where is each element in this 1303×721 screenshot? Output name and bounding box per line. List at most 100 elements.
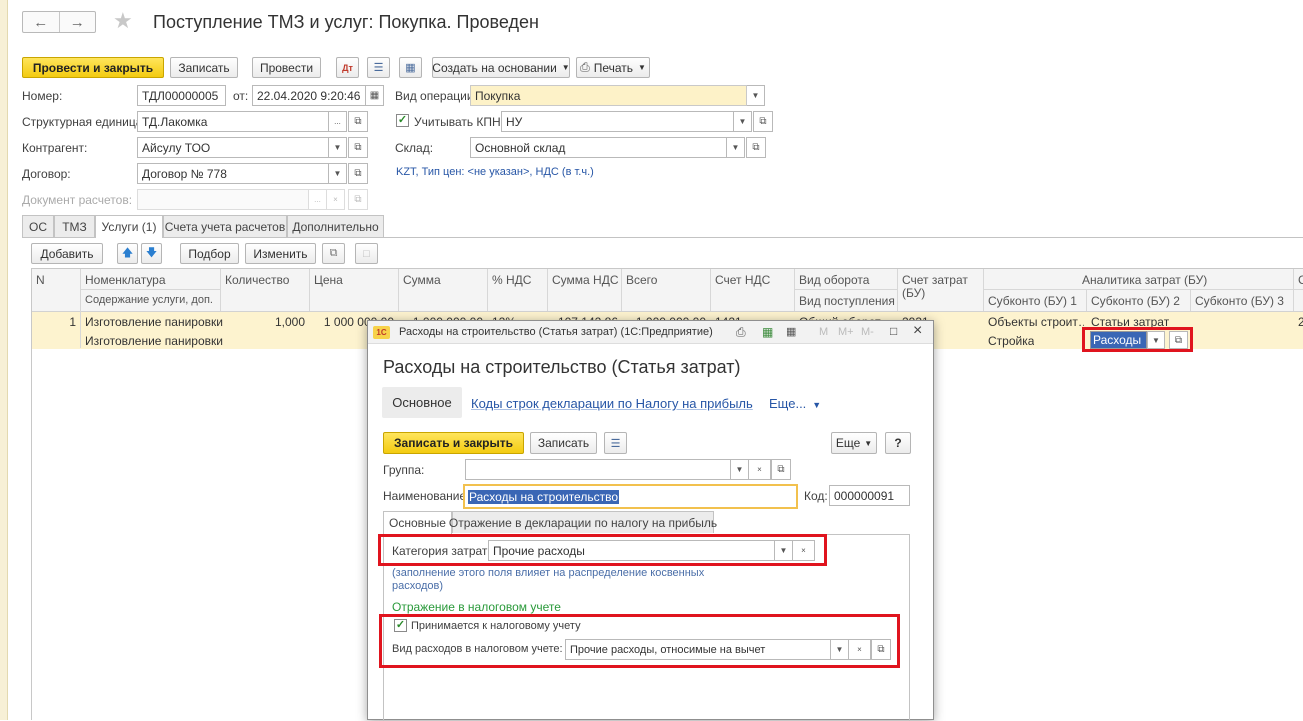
chevron-down-icon[interactable]: ▼ (734, 111, 752, 132)
row-content[interactable]: Изготовление панировки (85, 334, 223, 348)
tab-services[interactable]: Услуги (1) (95, 215, 163, 238)
list-report-icon[interactable]: ☰ (367, 57, 390, 78)
chevron-down-icon[interactable]: ▼ (329, 163, 347, 184)
col-price[interactable]: Цена (314, 273, 343, 287)
expense-item-window[interactable]: 1С Расходы на строительство (Статья затр… (367, 320, 934, 721)
col-analytics[interactable]: Аналитика затрат (БУ) (1082, 273, 1207, 287)
open-icon[interactable]: ⧉ (771, 459, 791, 480)
back-arrow-icon[interactable]: ← (23, 12, 60, 32)
paste-icon[interactable]: □ (355, 243, 378, 264)
history-nav[interactable]: ← → (22, 11, 96, 33)
clear-icon[interactable]: × (327, 189, 345, 210)
operation-field[interactable]: Покупка (470, 85, 747, 106)
row-extra[interactable]: 2 (1298, 315, 1303, 329)
row-qty[interactable]: 1,000 (225, 315, 305, 329)
chevron-down-icon[interactable]: ▼ (329, 137, 347, 158)
number-field[interactable]: ТДЛ00000005 (137, 85, 226, 106)
print-icon[interactable]: ⎙ (736, 325, 746, 340)
post-button[interactable]: Провести (252, 57, 321, 78)
tab-settlement-accounts[interactable]: Счета учета расчетов (163, 215, 287, 237)
col-receipt[interactable]: Вид поступления (799, 294, 895, 308)
unit-field[interactable]: ТД.Лакомка (137, 111, 329, 132)
spreadsheet-icon[interactable]: ▦ (762, 325, 773, 339)
col-sub3[interactable]: Субконто (БУ) 3 (1195, 294, 1284, 308)
nav-declaration-codes[interactable]: Коды строк декларации по Налогу на прибы… (471, 396, 753, 411)
col-turnover[interactable]: Вид оборота (799, 273, 869, 287)
nav-more[interactable]: Еще... ▼ (769, 396, 821, 411)
counterparty-field[interactable]: Айсулу ТОО (137, 137, 329, 158)
add-row-button[interactable]: Добавить (31, 243, 103, 264)
chevron-down-icon[interactable]: ▼ (727, 137, 745, 158)
col-nomenclature[interactable]: Номенклатура (85, 273, 166, 287)
open-icon[interactable]: ⧉ (348, 111, 368, 132)
col-vat-account[interactable]: Счет НДС (715, 273, 770, 287)
select-button[interactable]: Подбор (180, 243, 239, 264)
calendar-icon[interactable]: ▦ (365, 85, 384, 106)
col-sum[interactable]: Сумма (403, 273, 441, 287)
row-sub1-value[interactable]: Стройка (988, 334, 1034, 348)
row-nomenclature[interactable]: Изготовление панировки (85, 315, 223, 329)
contract-field[interactable]: Договор № 778 (137, 163, 329, 184)
date-field[interactable]: 22.04.2020 9:20:46 (252, 85, 366, 106)
unit-label: Структурная единица: (22, 115, 146, 129)
maximize-icon[interactable]: □ (890, 324, 897, 338)
structure-icon[interactable]: ▦ (399, 57, 422, 78)
col-extra[interactable]: С (1298, 273, 1303, 287)
col-sub2[interactable]: Субконто (БУ) 2 (1091, 294, 1180, 308)
col-vat-sum[interactable]: Сумма НДС (552, 273, 619, 287)
post-and-close-button[interactable]: Провести и закрыть (22, 57, 164, 78)
favorite-star-icon[interactable]: ★ (113, 10, 133, 32)
list-report-icon[interactable]: ☰ (604, 432, 627, 454)
popup-tab-main[interactable]: Основные (383, 511, 452, 534)
kpn-checkbox[interactable]: ✓ (396, 114, 409, 127)
select-dots-icon[interactable]: ... (309, 189, 327, 210)
move-down-icon[interactable]: 🡇 (141, 243, 162, 264)
nav-main[interactable]: Основное (382, 387, 462, 418)
move-up-icon[interactable]: 🡅 (117, 243, 138, 264)
memory-mminus-icon[interactable]: M- (861, 326, 874, 338)
currency-price-link[interactable]: KZT, Тип цен: <не указан>, НДС (в т.ч.) (396, 166, 594, 178)
open-icon[interactable]: ⧉ (753, 111, 773, 132)
col-sub1[interactable]: Субконто (БУ) 1 (988, 294, 1077, 308)
save-button[interactable]: Записать (170, 57, 238, 78)
popup-tab-declaration[interactable]: Отражение в декларации по налогу на приб… (449, 511, 717, 533)
forward-arrow-icon[interactable]: → (60, 12, 96, 32)
col-vat-pct[interactable]: % НДС (492, 273, 531, 287)
calendar-icon[interactable]: ▦ (786, 325, 796, 338)
group-field[interactable] (465, 459, 731, 480)
open-icon[interactable]: ⧉ (348, 137, 368, 158)
kpn-field[interactable]: НУ (501, 111, 734, 132)
chevron-down-icon[interactable]: ▼ (747, 85, 765, 106)
col-content[interactable]: Содержание услуги, доп. (85, 294, 213, 306)
create-based-on-button[interactable]: Создать на основании ▼ (432, 57, 570, 78)
open-icon[interactable]: ⧉ (348, 189, 368, 210)
col-total[interactable]: Всего (626, 273, 657, 287)
debit-credit-icon[interactable]: Дт (336, 57, 359, 78)
print-button[interactable]: ⎙ Печать ▼ (576, 57, 650, 78)
close-icon[interactable]: × (913, 322, 922, 340)
popup-more-button[interactable]: Еще ▼ (831, 432, 877, 454)
code-field[interactable]: 000000091 (829, 485, 910, 506)
select-dots-icon[interactable]: ... (329, 111, 347, 132)
clear-icon[interactable]: × (749, 459, 771, 480)
col-qty[interactable]: Количество (225, 273, 289, 287)
tab-additional[interactable]: Дополнительно (287, 215, 384, 237)
memory-mplus-icon[interactable]: M+ (838, 326, 854, 338)
memory-m-icon[interactable]: M (819, 326, 828, 338)
settlement-doc-field[interactable] (137, 189, 309, 210)
help-button[interactable]: ? (885, 432, 911, 454)
chevron-down-icon[interactable]: ▼ (731, 459, 749, 480)
name-field[interactable]: Расходы на строительство (463, 484, 798, 509)
open-icon[interactable]: ⧉ (746, 137, 766, 158)
tab-os[interactable]: ОС (22, 215, 54, 237)
open-icon[interactable]: ⧉ (348, 163, 368, 184)
tab-tmz[interactable]: ТМЗ (54, 215, 95, 237)
save-and-close-button[interactable]: Записать и закрыть (383, 432, 524, 454)
change-button[interactable]: Изменить (245, 243, 316, 264)
col-n[interactable]: N (36, 273, 45, 287)
popup-save-button[interactable]: Записать (530, 432, 597, 454)
col-cost-account[interactable]: Счет затрат (902, 273, 968, 287)
copy-icon[interactable]: ⧉ (322, 243, 345, 264)
row-sub1-type[interactable]: Объекты строит… (988, 315, 1084, 329)
warehouse-field[interactable]: Основной склад (470, 137, 727, 158)
